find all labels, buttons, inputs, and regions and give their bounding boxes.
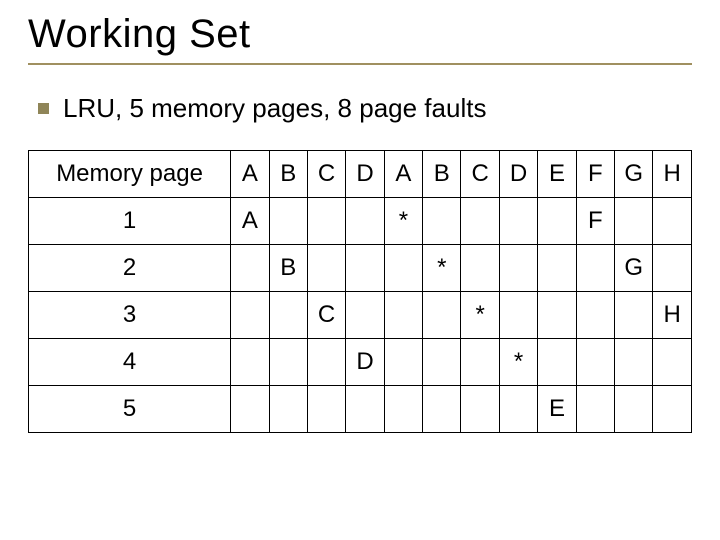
cell xyxy=(307,386,345,433)
cell xyxy=(307,245,345,292)
cell xyxy=(615,198,653,245)
cell: * xyxy=(384,198,422,245)
cell: C xyxy=(307,292,345,339)
cell xyxy=(499,245,537,292)
cell xyxy=(615,339,653,386)
cell: G xyxy=(615,245,653,292)
cell xyxy=(615,292,653,339)
cell xyxy=(538,245,576,292)
col-header: E xyxy=(538,151,576,198)
col-header: B xyxy=(269,151,307,198)
memory-table: Memory page A B C D A B C D E F G H 1 A … xyxy=(28,150,692,433)
cell xyxy=(576,339,614,386)
cell xyxy=(269,198,307,245)
table-row: 3 C * H xyxy=(29,292,692,339)
cell: D xyxy=(346,339,384,386)
col-header: C xyxy=(307,151,345,198)
col-header: D xyxy=(499,151,537,198)
cell: A xyxy=(231,198,269,245)
row-header-label: Memory page xyxy=(29,151,231,198)
col-header: F xyxy=(576,151,614,198)
cell xyxy=(499,386,537,433)
cell: E xyxy=(538,386,576,433)
row-label: 4 xyxy=(29,339,231,386)
cell xyxy=(576,386,614,433)
cell xyxy=(346,198,384,245)
table-row: 5 E xyxy=(29,386,692,433)
cell: F xyxy=(576,198,614,245)
cell xyxy=(538,198,576,245)
cell xyxy=(461,245,499,292)
cell xyxy=(269,292,307,339)
cell xyxy=(423,339,461,386)
table-header-row: Memory page A B C D A B C D E F G H xyxy=(29,151,692,198)
cell xyxy=(423,292,461,339)
cell: * xyxy=(423,245,461,292)
cell xyxy=(384,292,422,339)
square-bullet-icon xyxy=(38,103,49,114)
cell: B xyxy=(269,245,307,292)
cell xyxy=(231,386,269,433)
cell xyxy=(269,339,307,386)
cell xyxy=(307,339,345,386)
cell xyxy=(231,292,269,339)
cell xyxy=(538,339,576,386)
cell xyxy=(346,292,384,339)
cell xyxy=(615,386,653,433)
bullet-item: LRU, 5 memory pages, 8 page faults xyxy=(38,93,692,124)
cell xyxy=(461,198,499,245)
title-wrap: Working Set xyxy=(28,12,692,65)
col-header: B xyxy=(423,151,461,198)
cell xyxy=(384,386,422,433)
cell xyxy=(231,339,269,386)
cell xyxy=(499,292,537,339)
cell xyxy=(423,198,461,245)
bullet-text: LRU, 5 memory pages, 8 page faults xyxy=(63,93,486,124)
cell xyxy=(346,386,384,433)
table-row: 2 B * G xyxy=(29,245,692,292)
slide: Working Set LRU, 5 memory pages, 8 page … xyxy=(0,0,720,540)
cell: * xyxy=(461,292,499,339)
cell: H xyxy=(653,292,692,339)
col-header: D xyxy=(346,151,384,198)
table-row: 4 D * xyxy=(29,339,692,386)
cell xyxy=(307,198,345,245)
col-header: A xyxy=(384,151,422,198)
cell xyxy=(653,245,692,292)
col-header: A xyxy=(231,151,269,198)
row-label: 2 xyxy=(29,245,231,292)
cell xyxy=(384,339,422,386)
cell xyxy=(576,292,614,339)
cell xyxy=(346,245,384,292)
row-label: 3 xyxy=(29,292,231,339)
cell xyxy=(538,292,576,339)
cell: * xyxy=(499,339,537,386)
cell xyxy=(653,198,692,245)
cell xyxy=(653,386,692,433)
cell xyxy=(461,386,499,433)
row-label: 5 xyxy=(29,386,231,433)
table-row: 1 A * F xyxy=(29,198,692,245)
row-label: 1 xyxy=(29,198,231,245)
page-title: Working Set xyxy=(28,12,692,57)
col-header: G xyxy=(615,151,653,198)
cell xyxy=(576,245,614,292)
cell xyxy=(653,339,692,386)
cell xyxy=(384,245,422,292)
cell xyxy=(499,198,537,245)
col-header: H xyxy=(653,151,692,198)
cell xyxy=(423,386,461,433)
cell xyxy=(461,339,499,386)
col-header: C xyxy=(461,151,499,198)
cell xyxy=(269,386,307,433)
cell xyxy=(231,245,269,292)
